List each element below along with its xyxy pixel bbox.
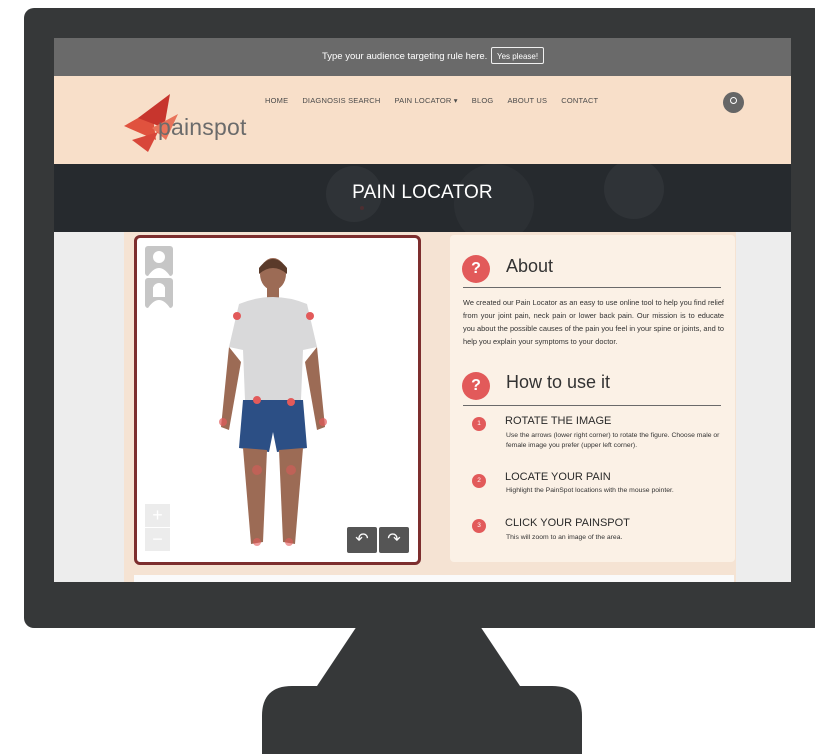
nav-blog[interactable]: Blog: [472, 96, 494, 105]
step-number: 2: [472, 474, 486, 488]
painspot-marker[interactable]: [233, 312, 241, 320]
browser-screen: Type your audience targeting rule here. …: [54, 38, 791, 582]
divider: [463, 405, 721, 406]
banner-text: Type your audience targeting rule here.: [322, 51, 488, 62]
painspot-marker[interactable]: [219, 418, 227, 426]
step-title: LOCATE YOUR PAIN: [505, 471, 611, 483]
human-body-figure[interactable]: [207, 252, 337, 552]
about-text: We created our Pain Locator as an easy t…: [463, 298, 724, 346]
zoom-out-button[interactable]: −: [145, 528, 170, 551]
step-description: Highlight the PainSpot locations with th…: [506, 487, 674, 494]
step-title: CLICK YOUR PAINSPOT: [505, 517, 630, 529]
question-icon: ?: [462, 255, 490, 283]
rotate-right-button[interactable]: ↷: [379, 527, 409, 553]
step-number: 3: [472, 519, 486, 533]
question-icon: ?: [462, 372, 490, 400]
nav-contact[interactable]: Contact: [561, 96, 598, 105]
search-icon[interactable]: [723, 92, 744, 113]
painspot-marker[interactable]: [253, 538, 261, 546]
divider: [463, 287, 721, 288]
painspot-marker[interactable]: [253, 396, 261, 404]
targeting-banner: Type your audience targeting rule here. …: [54, 38, 791, 76]
painspot-marker[interactable]: [306, 312, 314, 320]
step-description: This will zoom to an image of the area.: [506, 534, 623, 541]
yes-please-button[interactable]: Yes please!: [491, 47, 545, 64]
painspot-marker[interactable]: [285, 538, 293, 546]
painspot-marker[interactable]: [286, 465, 296, 475]
page-hero: PAIN LOCATOR: [54, 164, 791, 232]
painspot-marker[interactable]: [287, 398, 295, 406]
site-header: painspot Home Diagnosis Search Pain Loca…: [54, 76, 791, 164]
rotate-left-button[interactable]: ↶: [347, 527, 377, 553]
next-section-edge: [134, 575, 734, 582]
painspot-marker[interactable]: [252, 465, 262, 475]
step-title: ROTATE THE IMAGE: [505, 415, 612, 427]
main-nav: Home Diagnosis Search Pain Locator ▾ Blo…: [265, 96, 598, 105]
step-number: 1: [472, 417, 486, 431]
brand-name: painspot: [158, 114, 247, 140]
step-description: Use the arrows (lower right corner) to r…: [506, 432, 720, 449]
pain-locator-figure-panel[interactable]: + − ↶ ↷: [134, 235, 421, 565]
nav-home[interactable]: Home: [265, 96, 288, 105]
zoom-in-button[interactable]: +: [145, 504, 170, 527]
nav-about-us[interactable]: About Us: [507, 96, 547, 105]
info-panel: ? About We created our Pain Locator as a…: [450, 235, 735, 562]
about-heading: About: [506, 256, 554, 276]
female-avatar-icon[interactable]: [145, 278, 173, 308]
nav-pain-locator[interactable]: Pain Locator ▾: [395, 96, 458, 105]
nav-diagnosis-search[interactable]: Diagnosis Search: [302, 96, 380, 105]
male-avatar-icon[interactable]: [145, 246, 173, 276]
painspot-marker[interactable]: [319, 418, 327, 426]
how-to-heading: How to use it: [506, 372, 611, 392]
page-title: PAIN LOCATOR: [352, 182, 493, 203]
